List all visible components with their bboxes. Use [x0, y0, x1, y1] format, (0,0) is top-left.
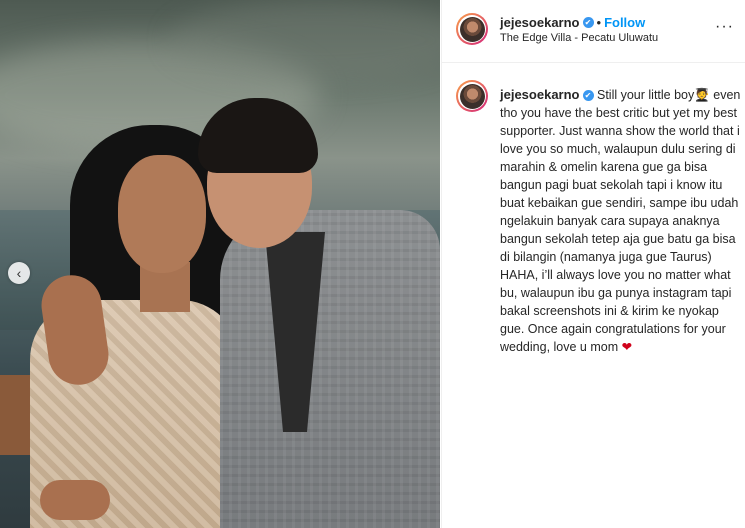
follow-button[interactable]: Follow [604, 15, 645, 30]
verified-badge-icon: ✔ [582, 17, 594, 29]
instagram-post: ‹ jejesoekarno ✔ • Follow The Edge Villa - … [0, 0, 745, 528]
caption-text: Still your little boy🧑‍🎓 even tho you ha… [500, 88, 741, 354]
woman-face [118, 155, 206, 273]
more-options-icon[interactable]: ··· [715, 18, 734, 36]
woman-hand [40, 480, 110, 520]
caption-avatar[interactable] [456, 80, 488, 112]
avatar[interactable] [456, 13, 488, 45]
location-link[interactable]: The Edge Villa - Pecatu Uluwatu [500, 32, 658, 44]
post-photo[interactable]: ‹ [0, 0, 440, 528]
caption-username-link[interactable]: jejesoekarno [500, 87, 580, 102]
chevron-left-icon[interactable]: ‹ [8, 262, 30, 284]
header-line: jejesoekarno ✔ • Follow [500, 14, 645, 32]
verified-badge-icon: ✔ [582, 90, 594, 102]
post-side-panel: jejesoekarno ✔ • Follow The Edge Villa - Pe… [441, 0, 745, 528]
username-link[interactable]: jejesoekarno [500, 15, 580, 30]
separator: • [596, 15, 602, 30]
post-header: jejesoekarno ✔ • Follow The Edge Villa - Pe… [442, 0, 745, 63]
man-suit [220, 210, 440, 528]
post-caption: jejesoekarno ✔ Still your little boy🧑‍🎓 e… [500, 86, 745, 356]
heart-icon: ❤ [621, 340, 633, 354]
